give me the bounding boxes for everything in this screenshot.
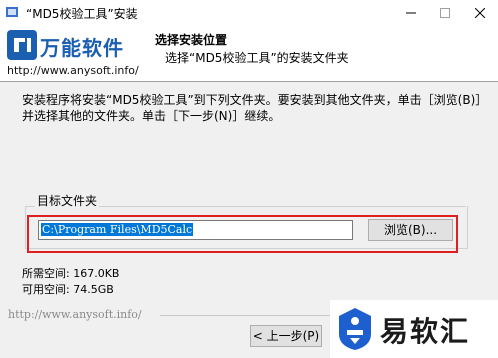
- page-subtitle: 选择“MD5校验工具”的安装文件夹: [165, 51, 349, 65]
- minimize-icon: [406, 12, 416, 14]
- title-bar: “MD5校验工具”安装: [0, 0, 498, 26]
- maximize-icon: [440, 8, 450, 18]
- space-required: 所需空间: 167.0KB: [22, 267, 120, 280]
- space-available: 可用空间: 74.5GB: [22, 283, 114, 296]
- highlight-annotation: [27, 215, 458, 253]
- logo-url: http://www.anysoft.info/: [7, 64, 139, 77]
- destination-folder-label: 目标文件夹: [35, 192, 100, 209]
- watermark: 易软汇: [330, 300, 498, 358]
- maximize-button[interactable]: [428, 0, 462, 26]
- installer-icon: [6, 7, 18, 17]
- logo-name: 万能软件: [40, 36, 124, 60]
- close-button[interactable]: [463, 0, 497, 26]
- yiruanhui-logo-icon: [339, 308, 371, 350]
- minimize-button[interactable]: [394, 0, 428, 26]
- wizard-header: 万能软件 http://www.anysoft.info/ 选择安装位置 选择“…: [0, 26, 498, 82]
- window-title: “MD5校验工具”安装: [26, 7, 138, 21]
- watermark-text: 易软汇: [380, 315, 471, 348]
- install-description: 安装程序将安装“MD5校验工具”到下列文件夹。要安装到其他文件夹，单击［浏览(B…: [22, 93, 482, 123]
- close-icon: [475, 8, 485, 18]
- anysoft-logo: 万能软件 http://www.anysoft.info/: [7, 30, 147, 78]
- page-title: 选择安装位置: [155, 33, 228, 47]
- footer-brand: http://www.anysoft.info/: [8, 308, 142, 321]
- anysoft-logo-icon: [7, 30, 37, 60]
- back-button[interactable]: < 上一步(P): [250, 325, 322, 347]
